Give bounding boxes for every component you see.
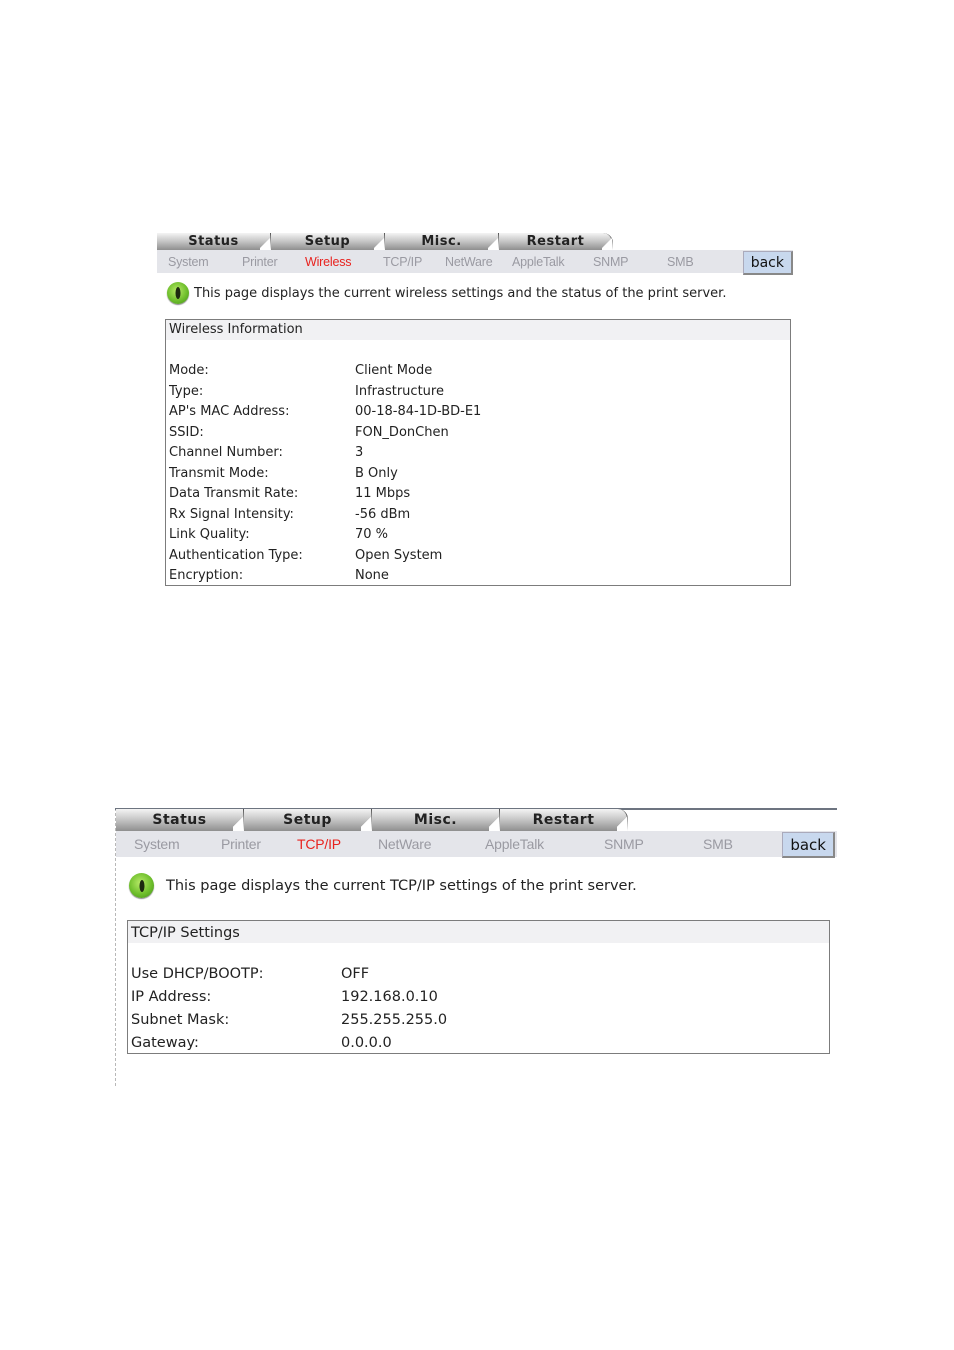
info-rows: Use DHCP/BOOTP: OFF IP Address: 192.168.0.1…: [128, 943, 829, 1055]
subnav-tcpip[interactable]: TCP/IP: [297, 836, 341, 852]
row-label: AP's MAC Address:: [169, 404, 290, 419]
info-row: Rx Signal Intensity: -56 dBm: [169, 505, 790, 526]
page-description: This page displays the current wireless …: [167, 282, 793, 304]
sub-navigation: System Printer Wireless TCP/IP NetWare A…: [157, 250, 793, 275]
subnav-tcpip[interactable]: TCP/IP: [383, 255, 422, 269]
info-eye-icon: [129, 873, 154, 898]
row-value: B Only: [355, 465, 398, 481]
tab-label: Restart: [526, 234, 585, 249]
row-value: 192.168.0.10: [341, 989, 438, 1005]
tab-label: Status: [188, 234, 239, 249]
tab-status[interactable]: Status: [157, 233, 271, 250]
row-label: Data Transmit Rate:: [169, 486, 299, 501]
row-value: Infrastructure: [355, 383, 444, 399]
info-row: Mode: Client Mode: [169, 361, 790, 382]
row-label: Encryption:: [169, 568, 244, 583]
info-row: SSID: FON_DonChen: [169, 423, 790, 444]
row-label: Gateway:: [131, 1035, 199, 1051]
row-value: Client Mode: [355, 363, 433, 378]
row-label: Authentication Type:: [169, 547, 303, 563]
info-eye-icon: [167, 282, 189, 304]
box-title: Wireless Information: [166, 320, 790, 340]
info-rows: Mode: Client Mode Type: Infrastructure AP's …: [166, 340, 790, 587]
description-text: This page displays the current wireless …: [194, 285, 727, 301]
tab-label: Misc.: [413, 812, 458, 828]
row-label: Mode:: [169, 363, 209, 378]
row-label: IP Address:: [131, 989, 212, 1005]
tab-restart[interactable]: Restart: [499, 233, 613, 250]
subnav-appletalk[interactable]: AppleTalk: [512, 255, 565, 269]
wireless-information-box: Wireless Information Mode: Client Mode Typ…: [165, 319, 791, 586]
info-row: IP Address: 192.168.0.10: [131, 986, 829, 1009]
tab-restart[interactable]: Restart: [500, 809, 628, 831]
subnav-netware[interactable]: NetWare: [445, 255, 493, 269]
subnav-printer[interactable]: Printer: [242, 255, 278, 269]
main-tabs: Status Setup Misc. Restart: [157, 233, 793, 250]
tab-misc[interactable]: Misc.: [372, 809, 500, 831]
row-value: 70 %: [355, 527, 389, 542]
main-tabs: Status Setup Misc. Restart: [116, 809, 837, 831]
subnav-printer[interactable]: Printer: [221, 836, 261, 852]
subnav-smb[interactable]: SMB: [703, 836, 733, 852]
row-value: FON_DonChen: [355, 424, 449, 440]
subnav-system[interactable]: System: [168, 255, 209, 269]
tab-setup[interactable]: Setup: [271, 233, 385, 250]
row-value: -56 dBm: [355, 506, 411, 522]
box-title: TCP/IP Settings: [128, 921, 829, 943]
row-value: 11 Mbps: [355, 486, 411, 501]
row-value: OFF: [341, 966, 370, 982]
row-value: 00-18-84-1D-BD-E1: [355, 404, 482, 419]
row-value: Open System: [355, 547, 443, 563]
tab-misc[interactable]: Misc.: [385, 233, 499, 250]
row-label: Transmit Mode:: [169, 465, 269, 481]
row-label: Use DHCP/BOOTP:: [131, 966, 264, 982]
info-row: Type: Infrastructure: [169, 382, 790, 403]
subnav-snmp[interactable]: SNMP: [593, 255, 629, 269]
wireless-settings-panel: Status Setup Misc. Restart System Printe…: [157, 233, 793, 586]
tab-label: Setup: [283, 812, 332, 828]
row-label: Subnet Mask:: [131, 1012, 230, 1028]
info-row: Gateway: 0.0.0.0: [131, 1032, 829, 1055]
subnav-netware[interactable]: NetWare: [378, 836, 432, 852]
row-label: Type:: [169, 383, 204, 399]
tab-label: Restart: [532, 812, 595, 828]
row-value: 3: [355, 445, 364, 460]
info-row: AP's MAC Address: 00-18-84-1D-BD-E1: [169, 402, 790, 423]
tab-label: Misc.: [421, 234, 462, 249]
tcpip-settings-panel: Status Setup Misc. Restart System Printe…: [115, 808, 837, 1086]
info-row: Encryption: None: [169, 566, 790, 587]
row-label: Rx Signal Intensity:: [169, 506, 294, 522]
subnav-snmp[interactable]: SNMP: [604, 836, 644, 852]
row-label: Channel Number:: [169, 445, 283, 460]
info-row: Channel Number: 3: [169, 443, 790, 464]
page-description: This page displays the current TCP/IP se…: [129, 873, 837, 898]
back-button[interactable]: back: [782, 832, 835, 858]
subnav-smb[interactable]: SMB: [667, 255, 694, 269]
subnav-wireless[interactable]: Wireless: [305, 255, 352, 269]
sub-navigation: System Printer TCP/IP NetWare AppleTalk …: [116, 831, 837, 858]
info-row: Transmit Mode: B Only: [169, 464, 790, 485]
info-row: Use DHCP/BOOTP: OFF: [131, 963, 829, 986]
tab-label: Setup: [304, 234, 351, 249]
info-row: Link Quality: 70 %: [169, 525, 790, 546]
row-value: 0.0.0.0: [341, 1035, 392, 1051]
row-label: Link Quality:: [169, 527, 250, 542]
description-text: This page displays the current TCP/IP se…: [166, 877, 637, 894]
row-value: 255.255.255.0: [341, 1012, 448, 1028]
tcpip-settings-box: TCP/IP Settings Use DHCP/BOOTP: OFF IP Add…: [127, 920, 830, 1054]
row-value: None: [355, 568, 389, 583]
info-row: Authentication Type: Open System: [169, 546, 790, 567]
tab-label: Status: [152, 812, 207, 828]
subnav-system[interactable]: System: [134, 836, 180, 852]
info-row: Data Transmit Rate: 11 Mbps: [169, 484, 790, 505]
tab-status[interactable]: Status: [116, 809, 244, 831]
tab-setup[interactable]: Setup: [244, 809, 372, 831]
subnav-appletalk[interactable]: AppleTalk: [485, 836, 544, 852]
row-label: SSID:: [169, 424, 204, 440]
back-button[interactable]: back: [742, 251, 793, 275]
info-row: Subnet Mask: 255.255.255.0: [131, 1009, 829, 1032]
